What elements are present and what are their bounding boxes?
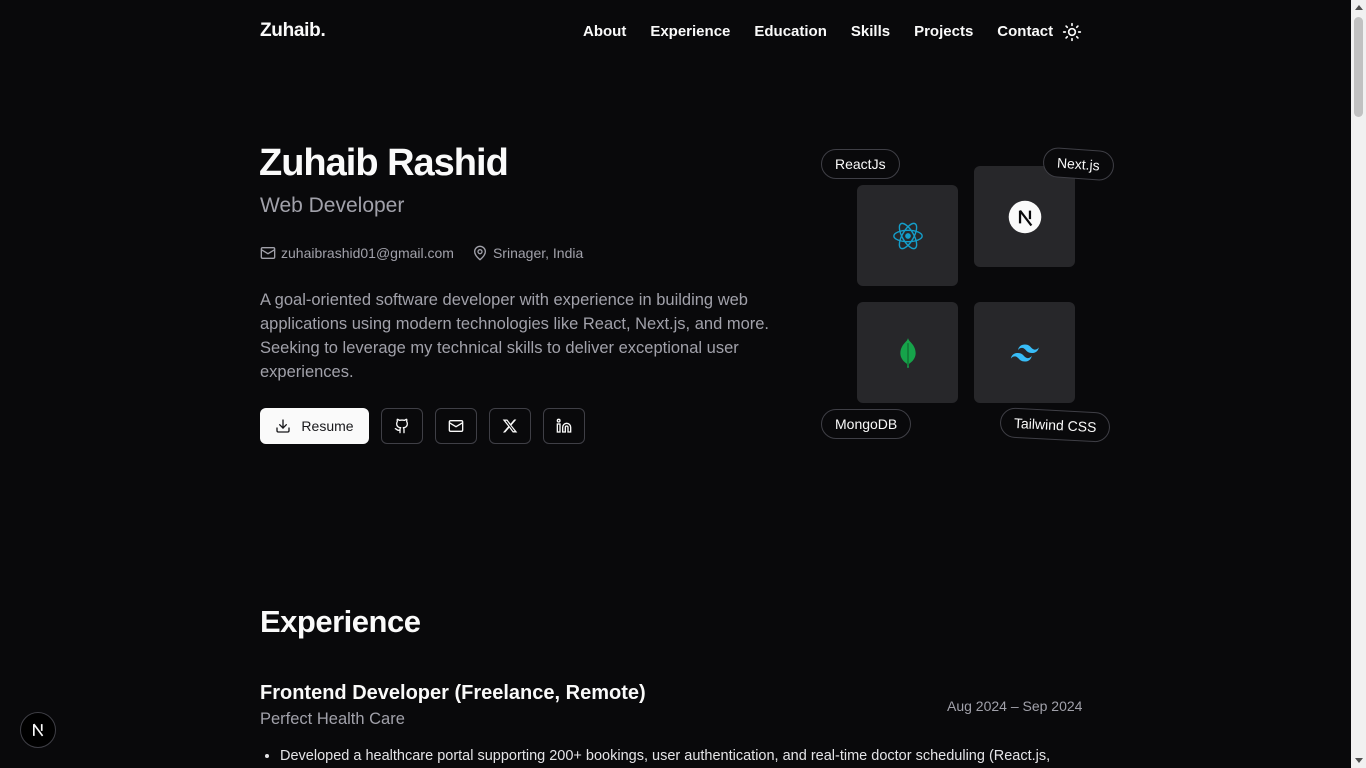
job-company: Perfect Health Care <box>260 710 405 728</box>
nav-link-contact[interactable]: Contact <box>997 23 1053 40</box>
mail-icon <box>448 420 464 432</box>
page: Zuhaib. About Experience Education Skill… <box>0 0 1351 768</box>
nav-link-about[interactable]: About <box>583 23 626 40</box>
resume-button[interactable]: Resume <box>260 408 369 444</box>
scrollbar-thumb[interactable] <box>1354 17 1363 117</box>
scrollbar[interactable] <box>1351 0 1366 768</box>
email-button[interactable] <box>435 408 477 444</box>
email-text: zuhaibrashid01@gmail.com <box>281 245 454 261</box>
nav-link-education[interactable]: Education <box>754 23 827 40</box>
job-bullet: Developed a healthcare portal supporting… <box>280 748 1100 764</box>
hero-name: Zuhaib Rashid <box>259 142 509 184</box>
tailwind-icon <box>1010 344 1039 361</box>
location-contact: Srinager, India <box>472 245 583 261</box>
theme-toggle-button[interactable] <box>1062 22 1082 42</box>
triangle-down-icon <box>1354 758 1363 763</box>
hero-actions: Resume <box>260 408 585 444</box>
download-icon <box>276 419 291 433</box>
x-twitter-button[interactable] <box>489 408 531 444</box>
linkedin-button[interactable] <box>543 408 585 444</box>
email-contact[interactable]: zuhaibrashid01@gmail.com <box>260 245 454 261</box>
mail-icon <box>260 247 276 259</box>
nav-links: About Experience Education Skills Projec… <box>583 23 1053 40</box>
experience-heading: Experience <box>260 604 421 639</box>
x-icon <box>502 419 518 433</box>
tech-pill-reactjs: ReactJs <box>821 149 900 179</box>
tech-pill-mongodb: MongoDB <box>821 409 912 439</box>
nav-link-experience[interactable]: Experience <box>650 23 730 40</box>
tech-pill-nextjs: Next.js <box>1042 146 1115 182</box>
github-button[interactable] <box>381 408 423 444</box>
map-pin-icon <box>473 245 486 261</box>
contact-row: zuhaibrashid01@gmail.com Srinager, India <box>260 245 583 261</box>
scroll-down-arrow[interactable] <box>1351 753 1366 768</box>
nextjs-dev-badge[interactable] <box>20 712 56 748</box>
nav-link-projects[interactable]: Projects <box>914 23 973 40</box>
linkedin-icon <box>556 418 572 433</box>
sun-icon <box>1062 22 1082 42</box>
scroll-up-arrow[interactable] <box>1351 0 1366 15</box>
navbar: Zuhaib. About Experience Education Skill… <box>0 0 1351 64</box>
job-title: Frontend Developer (Freelance, Remote) <box>260 682 646 704</box>
job-bullets: Developed a healthcare portal supporting… <box>280 748 1100 764</box>
hero-bio: A goal-oriented software developer with … <box>260 291 770 381</box>
mongodb-tile <box>857 302 958 403</box>
nextjs-icon <box>1008 200 1041 233</box>
nextjs-tile <box>974 166 1075 267</box>
nextjs-icon <box>33 723 44 737</box>
github-icon <box>394 418 409 434</box>
job-dates: Aug 2024 – Sep 2024 <box>947 698 1083 714</box>
nav-link-skills[interactable]: Skills <box>851 23 890 40</box>
resume-label: Resume <box>301 418 354 434</box>
react-tile <box>857 185 958 286</box>
triangle-up-icon <box>1354 5 1363 10</box>
tech-pill-tailwind: Tailwind CSS <box>999 407 1112 443</box>
location-text: Srinager, India <box>492 245 584 261</box>
site-logo[interactable]: Zuhaib. <box>260 20 326 42</box>
mongodb-icon <box>899 337 916 368</box>
hero-role: Web Developer <box>260 194 405 217</box>
react-icon <box>892 222 923 249</box>
tailwind-tile <box>974 302 1075 403</box>
